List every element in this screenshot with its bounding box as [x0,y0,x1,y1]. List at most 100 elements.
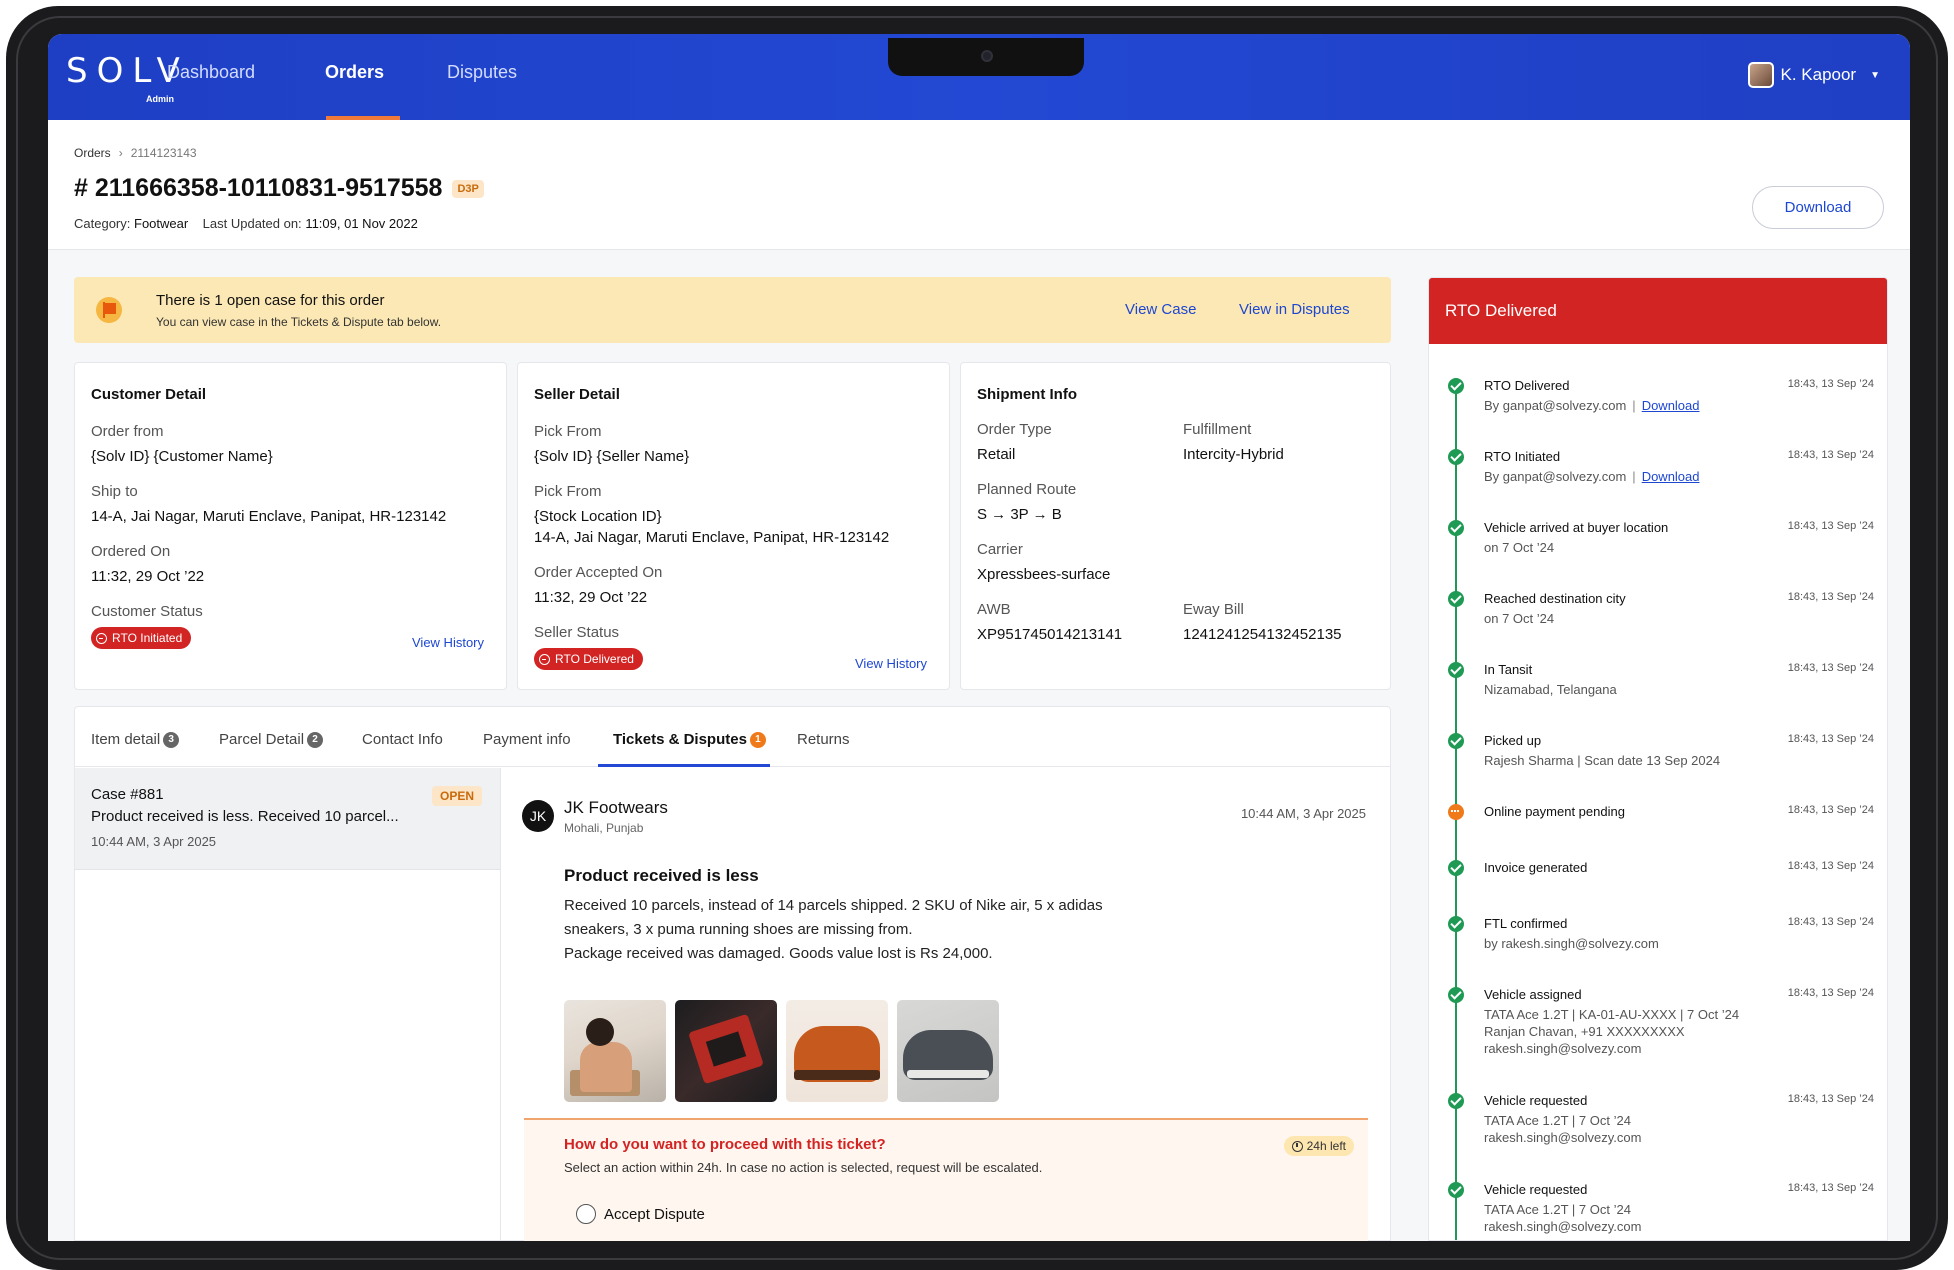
order-type-label: Order Type [977,421,1052,438]
tab-parcel-detail[interactable]: Parcel Detail 2 [219,731,324,748]
rto-status-header: RTO Delivered [1429,278,1887,344]
order-from-label: Order from [91,423,164,440]
event-time: 18:43, 13 Sep ’24 [1787,378,1874,390]
tab-active-indicator [598,764,770,767]
event-time: 18:43, 13 Sep ’24 [1787,860,1874,872]
tab-label: Payment info [483,731,571,748]
tab-tickets-disputes[interactable]: Tickets & Disputes 1 [613,731,766,748]
breadcrumb-orders[interactable]: Orders [74,146,111,160]
order-meta: Category: Footwear Last Updated on: 11:0… [74,216,418,231]
attachment-gallery [564,1000,999,1102]
view-history-link[interactable]: View History [855,656,927,671]
tab-item-detail[interactable]: Item detail 3 [91,731,180,748]
event-subtitle-line: by rakesh.singh@solvezy.com [1484,936,1659,951]
event-title: FTL confirmed [1484,916,1568,931]
seller-name: JK Footwears [564,798,668,817]
seller-location: Mohali, Punjab [564,821,644,835]
check-circle-icon [1448,1093,1464,1109]
check-circle-icon [1448,520,1464,536]
event-subtitle-line: By ganpat@solvezy.com | Download [1484,469,1700,484]
event-subtitle: TATA Ace 1.2T | 7 Oct ’24 rakesh.singh@so… [1484,1201,1784,1235]
check-circle-icon [1448,916,1464,932]
accept-dispute-option[interactable]: Accept Dispute [576,1204,705,1224]
customer-detail-card: Customer Detail Order from {Solv ID} {Cu… [74,362,507,690]
status-badge: OPEN [431,786,482,806]
category-value: Footwear [134,216,189,231]
shipment-info-card: Shipment Info Order Type Retail Fulfillm… [960,362,1391,690]
breadcrumb-current: 2114123143 [130,146,197,160]
event-time: 18:43, 13 Sep ’24 [1787,1093,1874,1105]
fulfillment-label: Fulfillment [1183,421,1252,438]
download-button[interactable]: Download [1752,186,1884,229]
view-history-link[interactable]: View History [412,635,484,650]
avatar [1748,62,1775,88]
event-subtitle: By ganpat@solvezy.com | Download [1484,468,1784,485]
card-title: Customer Detail [91,386,207,403]
planned-route-value: S → 3P → B [977,506,1062,523]
breadcrumb: Orders › 2114123143 [74,146,197,160]
user-menu[interactable]: K. Kapoor ▼ [1748,62,1880,88]
tab-payment-info[interactable]: Payment info [483,731,571,748]
event-subtitle-line: rakesh.singh@solvezy.com [1484,1130,1642,1145]
event-title: RTO Initiated [1484,449,1561,464]
pick-from-value: {Solv ID} {Seller Name} [534,448,690,465]
download-link[interactable]: Download [1642,398,1700,413]
event-time: 18:43, 13 Sep ’24 [1787,662,1874,674]
camera-notch [888,38,1084,76]
event-title: Online payment pending [1484,804,1625,819]
radio-button[interactable] [576,1204,596,1224]
event-subtitle-line: rakesh.singh@solvezy.com [1484,1219,1642,1234]
event-subtitle: Nizamabad, Telangana [1484,681,1784,698]
event-time: 18:43, 13 Sep ’24 [1787,733,1874,745]
accepted-on-value: 11:32, 29 Oct ’22 [534,589,648,606]
list-item[interactable]: Case #881 OPEN Product received is less.… [75,768,500,870]
nav-orders[interactable]: Orders [325,62,384,83]
event-subtitle-line: on 7 Oct ’24 [1484,611,1555,626]
view-case-link[interactable]: View Case [1125,301,1196,318]
order-tabs-panel: Item detail 3 Parcel Detail 2 Contact In… [74,706,1391,1241]
event-time: 18:43, 13 Sep ’24 [1787,916,1874,928]
action-question: How do you want to proceed with this tic… [564,1136,886,1153]
event-subtitle-line: rakesh.singh@solvezy.com [1484,1041,1642,1056]
event-subtitle-line: TATA Ace 1.2T | KA-01-AU-XXXX | 7 Oct ’2… [1484,1007,1740,1022]
event-subtitle-line: TATA Ace 1.2T | 7 Oct ’24 [1484,1113,1631,1128]
updated-label: Last Updated on: [202,216,302,231]
category-label: Category: [74,216,131,231]
seller-detail-card: Seller Detail Pick From {Solv ID} {Selle… [517,362,950,690]
case-timestamp: 10:44 AM, 3 Apr 2025 [91,834,217,849]
tab-contact-info[interactable]: Contact Info [362,731,443,748]
event-subtitle-line: on 7 Oct ’24 [1484,540,1555,555]
event-time: 18:43, 13 Sep ’24 [1787,1182,1874,1194]
issue-body-line: Received 10 parcels, instead of 14 parce… [564,897,1103,938]
ticket-detail: JK JK Footwears Mohali, Punjab 10:44 AM,… [502,768,1390,1241]
attachment-thumbnail[interactable] [564,1000,666,1102]
view-in-disputes-link[interactable]: View in Disputes [1239,301,1350,318]
accepted-on-label: Order Accepted On [534,564,663,581]
awb-value: XP951745014213141 [977,626,1123,643]
attachment-thumbnail[interactable] [897,1000,999,1102]
event-title: Vehicle arrived at buyer location [1484,520,1669,535]
order-type-value: Retail [977,446,1016,463]
divider: | [1632,398,1636,413]
issue-body-line: Package received was damaged. Goods valu… [564,945,993,962]
camera-icon [981,50,993,62]
card-title: Shipment Info [977,386,1077,403]
order-number: # 211666358-10110831-9517558 [74,174,443,202]
avatar: JK [522,800,554,832]
status-text: RTO Delivered [555,652,634,666]
time-left-text: 24h left [1306,1139,1346,1153]
awb-label: AWB [977,601,1011,618]
order-type-badge: D3P [452,179,484,198]
tab-returns[interactable]: Returns [797,731,850,748]
time-left-badge: 24h left [1283,1136,1354,1156]
nav-disputes[interactable]: Disputes [447,62,517,83]
nav-dashboard[interactable]: Dashboard [167,62,255,83]
event-subtitle: TATA Ace 1.2T | KA-01-AU-XXXX | 7 Oct ’2… [1484,1006,1784,1057]
attachment-thumbnail[interactable] [786,1000,888,1102]
download-link[interactable]: Download [1642,469,1700,484]
attachment-thumbnail[interactable] [675,1000,777,1102]
event-time: 18:43, 13 Sep ’24 [1787,591,1874,603]
pick-from-location-label: Pick From [534,483,602,500]
action-instruction: Select an action within 24h. In case no … [564,1160,1043,1175]
event-title: In Tansit [1484,662,1533,677]
